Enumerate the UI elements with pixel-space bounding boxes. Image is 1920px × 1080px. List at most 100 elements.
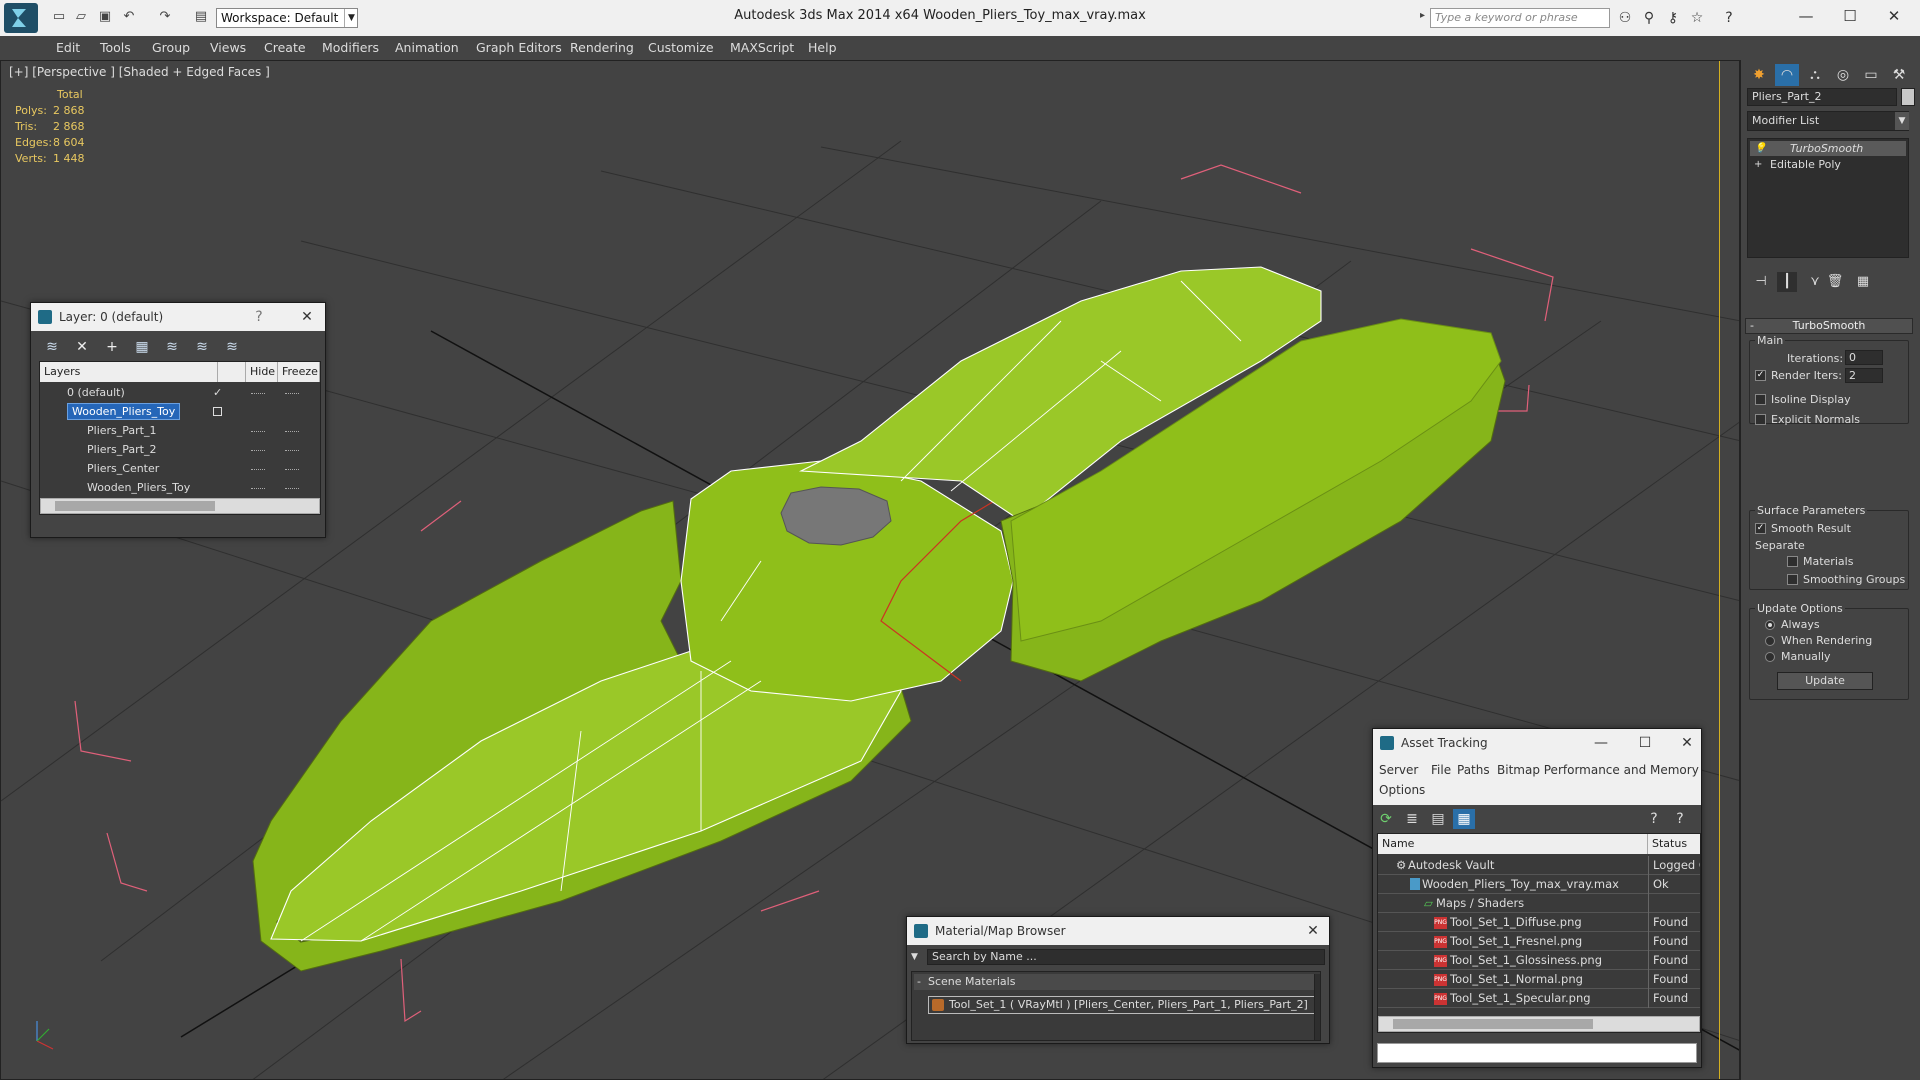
- material-item[interactable]: Tool_Set_1 ( VRayMtl ) [Pliers_Center, P…: [928, 996, 1316, 1014]
- display-tab-icon[interactable]: ▭: [1859, 64, 1883, 86]
- table-row[interactable]: PNG Tool_Set_1_Specular.png Found: [1378, 989, 1700, 1008]
- create-tab-icon[interactable]: ✸: [1747, 64, 1771, 86]
- utilities-tab-icon[interactable]: ⚒: [1887, 64, 1911, 86]
- pin-stack-icon[interactable]: ⊣: [1751, 272, 1771, 292]
- show-end-result-icon[interactable]: ┃: [1777, 272, 1797, 292]
- settings-help-icon[interactable]: ?: [1669, 809, 1691, 829]
- redo-icon[interactable]: ↷: [156, 9, 174, 25]
- menu-tools[interactable]: Tools: [100, 40, 131, 55]
- render-iters-spinner[interactable]: 2: [1845, 368, 1883, 383]
- lightbulb-icon[interactable]: 💡: [1754, 141, 1766, 156]
- chevron-down-icon[interactable]: ▼: [344, 9, 358, 27]
- menu-modifiers[interactable]: Modifiers: [322, 40, 379, 55]
- menu-group[interactable]: Group: [152, 40, 190, 55]
- help-icon[interactable]: ?: [245, 303, 273, 331]
- menu-rendering[interactable]: Rendering: [570, 40, 634, 55]
- binoculars-icon[interactable]: ⚇: [1614, 8, 1636, 28]
- checkmark-icon[interactable]: ✓: [213, 384, 222, 402]
- save-file-icon[interactable]: ▣: [96, 9, 114, 25]
- layer-list-scrollbar[interactable]: [40, 498, 320, 514]
- make-unique-icon[interactable]: ⋎: [1805, 272, 1825, 292]
- asset-table-scrollbar[interactable]: [1378, 1016, 1700, 1032]
- chevron-down-icon[interactable]: ▼: [911, 949, 923, 965]
- explicit-normals-checkbox[interactable]: [1755, 414, 1766, 425]
- freeze-all-layers-icon[interactable]: ≋: [221, 337, 243, 357]
- motion-tab-icon[interactable]: ◎: [1831, 64, 1855, 86]
- smooth-result-checkbox[interactable]: ✓: [1755, 523, 1766, 534]
- smoothing-groups-checkbox[interactable]: [1787, 574, 1798, 585]
- layer-row[interactable]: Wooden_Pliers_Toy: [41, 479, 319, 497]
- table-row[interactable]: ▱ Maps / Shaders: [1378, 894, 1700, 913]
- close-icon[interactable]: ✕: [293, 303, 321, 331]
- menu-bitmap-performance[interactable]: Bitmap Performance and Memory: [1497, 763, 1699, 777]
- highlight-layer-icon[interactable]: ≋: [161, 337, 183, 357]
- layer-row[interactable]: Wooden_Pliers_Toy: [41, 403, 319, 421]
- delete-layer-icon[interactable]: ✕: [71, 337, 93, 357]
- modify-tab-icon[interactable]: ◠: [1775, 64, 1799, 86]
- workspace-dropdown[interactable]: Workspace: Default: [216, 8, 358, 28]
- menu-file[interactable]: File: [1431, 763, 1451, 777]
- layers-column-header[interactable]: Layers: [40, 362, 218, 382]
- maximize-icon[interactable]: ☐: [1828, 4, 1872, 28]
- project-folder-icon[interactable]: ▤: [192, 9, 210, 25]
- asset-path-field[interactable]: [1377, 1043, 1697, 1063]
- minimize-icon[interactable]: —: [1587, 729, 1615, 757]
- object-color-swatch[interactable]: [1901, 88, 1915, 106]
- iterations-spinner[interactable]: 0: [1845, 350, 1883, 365]
- table-row[interactable]: PNG Tool_Set_1_Fresnel.png Found: [1378, 932, 1700, 951]
- table-row[interactable]: ⚙ Autodesk Vault Logged C: [1378, 856, 1700, 875]
- freeze-column-header[interactable]: Freeze: [278, 362, 320, 382]
- layer-row[interactable]: Pliers_Part_1: [41, 422, 319, 440]
- render-iters-checkbox[interactable]: ✓: [1755, 370, 1766, 381]
- minimize-icon[interactable]: —: [1784, 4, 1828, 28]
- menu-create[interactable]: Create: [264, 40, 306, 55]
- table-row[interactable]: PNG Tool_Set_1_Glossiness.png Found: [1378, 951, 1700, 970]
- add-to-layer-icon[interactable]: +: [101, 337, 123, 357]
- key-icon[interactable]: ⚷: [1662, 8, 1684, 28]
- menu-views[interactable]: Views: [210, 40, 246, 55]
- open-file-icon[interactable]: ▱: [72, 9, 90, 25]
- status-column-header[interactable]: Status: [1648, 834, 1700, 854]
- menu-paths[interactable]: Paths: [1457, 763, 1490, 777]
- viewport-label[interactable]: [+] [Perspective ] [Shaded + Edged Faces…: [9, 65, 270, 79]
- help-icon[interactable]: ?: [1718, 8, 1740, 28]
- tree-view-icon[interactable]: ▤: [1427, 809, 1449, 829]
- close-icon[interactable]: ✕: [1299, 917, 1327, 945]
- material-search-input[interactable]: Search by Name ...: [927, 949, 1325, 965]
- menu-maxscript[interactable]: MAXScript: [730, 40, 794, 55]
- menu-help[interactable]: Help: [808, 40, 837, 55]
- new-layer-icon[interactable]: ≋: [41, 337, 63, 357]
- refresh-icon[interactable]: ⟳: [1375, 809, 1397, 829]
- collapse-minus-icon[interactable]: -: [1750, 319, 1754, 333]
- select-objects-icon[interactable]: ▦: [131, 337, 153, 357]
- collapse-minus-icon[interactable]: -: [917, 974, 921, 990]
- chevron-right-icon[interactable]: ▸: [1420, 10, 1428, 26]
- app-logo-icon[interactable]: [4, 3, 38, 33]
- stack-item-turbosmooth[interactable]: 💡 TurboSmooth: [1750, 141, 1906, 156]
- hide-column-header[interactable]: Hide: [246, 362, 278, 382]
- menu-graph-editors[interactable]: Graph Editors: [476, 40, 562, 55]
- search-input[interactable]: Type a keyword or phrase: [1430, 8, 1610, 28]
- new-file-icon[interactable]: ▭: [50, 9, 68, 25]
- undo-icon[interactable]: ↶: [120, 9, 138, 25]
- table-row[interactable]: PNG Tool_Set_1_Normal.png Found: [1378, 970, 1700, 989]
- communication-center-icon[interactable]: ⚲: [1638, 8, 1660, 28]
- always-radio[interactable]: [1765, 620, 1775, 630]
- hide-all-layers-icon[interactable]: ≋: [191, 337, 213, 357]
- close-icon[interactable]: ✕: [1673, 729, 1701, 757]
- menu-server[interactable]: Server: [1379, 763, 1418, 777]
- help-question-icon[interactable]: ?: [1643, 809, 1665, 829]
- layer-row[interactable]: Pliers_Part_2: [41, 441, 319, 459]
- layer-row[interactable]: 0 (default) ✓: [41, 384, 319, 402]
- table-view-icon[interactable]: ▦: [1453, 809, 1475, 829]
- star-icon[interactable]: ☆: [1686, 8, 1708, 28]
- when-rendering-radio[interactable]: [1765, 636, 1775, 646]
- turbosmooth-rollout-header[interactable]: - TurboSmooth: [1745, 318, 1913, 334]
- materials-checkbox[interactable]: [1787, 556, 1798, 567]
- menu-options[interactable]: Options: [1379, 783, 1425, 797]
- layer-row[interactable]: Pliers_Center: [41, 460, 319, 478]
- configure-sets-icon[interactable]: ▦: [1853, 272, 1873, 292]
- update-button[interactable]: Update: [1777, 672, 1873, 690]
- list-view-icon[interactable]: ≣: [1401, 809, 1423, 829]
- material-list-scrollbar[interactable]: [1314, 974, 1320, 1040]
